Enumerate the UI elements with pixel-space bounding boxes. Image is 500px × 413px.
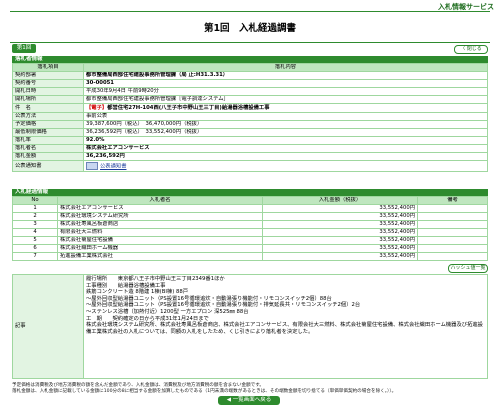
bid-note xyxy=(417,252,488,261)
winner-name-value: 株式会社エアコンサービス xyxy=(83,144,488,153)
remark-line: 履行場所 東京都八王子市中野山王三丁目2349番1ほか xyxy=(86,276,225,282)
bid-row: 3 株式会社寿風呂板倉商店 33,552,400円 xyxy=(12,220,488,229)
remarks-label: 記事 xyxy=(12,274,84,379)
bid-row: 5 株式会社菊屋住宅設備 33,552,400円 xyxy=(12,236,488,245)
tab-round-1[interactable]: 第1回 xyxy=(12,44,36,53)
planned-price-value: 39,387,600円（税込） 36,470,000円（税抜） xyxy=(83,120,488,129)
disclosure-method-label: 公表方法 xyxy=(12,112,84,121)
bid-amount: 33,552,400円 xyxy=(262,244,418,253)
electronic-tag: 【電子】 xyxy=(86,104,108,111)
bids-table: No 入札者名 入札金額（税抜） 備考 1 株式会社エアコンサービス 33,552,… xyxy=(12,196,488,261)
remark-line: ～ステンレス浴槽（加熱付近）1200型 一方エプロン 深525㎜ 88台 xyxy=(86,308,249,315)
bid-row: 7 拓進設備工業株式会社 33,552,400円 xyxy=(12,252,488,261)
remark-line: ～屋外回収型給湯器ユニット（PS設置16号循環追炊・自動湯張り機能付・排気延長共… xyxy=(86,302,361,309)
bid-note xyxy=(417,244,488,253)
bid-no: 1 xyxy=(12,204,58,213)
contract-number-label: 契約番号 xyxy=(12,79,84,88)
hash-list-button[interactable]: ハッシュ値一覧 xyxy=(448,264,488,273)
opening-datetime-value: 平成30年9月4日 午前9時20分 xyxy=(83,87,488,96)
remarks-table: 記事 履行場所 東京都八王子市中野山王三丁目2349番1ほか 工事種別 給湯器浴… xyxy=(12,274,488,379)
award-amount-label: 落札金額 xyxy=(12,152,84,161)
award-amount-value: 36,236,592円 xyxy=(83,152,488,161)
opening-datetime-label: 開札日時 xyxy=(12,87,84,96)
bid-amount: 33,552,400円 xyxy=(262,212,418,221)
bid-row: 6 株式会社織田ホーム機器 33,552,400円 xyxy=(12,244,488,253)
bid-name: 拓進設備工業株式会社 xyxy=(57,252,263,261)
bid-no: 2 xyxy=(12,212,58,221)
subject-value: 都営住宅27H-104西(八王子市中野山王三丁目)給湯器浴槽設備工事 xyxy=(107,104,270,111)
bid-name: 株式会社エアコンサービス xyxy=(57,204,263,213)
remark-line: 株式会社環境システム研究所、株式会社寿風呂板倉商店、株式会社エアコンサービス、有… xyxy=(86,322,483,335)
col-bidder-header: 入札者名 xyxy=(57,196,263,205)
footer-note: 落札金額は、入札金額に記載している金額に100分の8に相当する金額を加算したもの… xyxy=(12,389,397,394)
bid-amount: 33,552,400円 xyxy=(262,252,418,261)
footer-notes: 予定価格は消費税及び地方消費税の額を含んだ金額であり、入札金額は、消費税及び地方… xyxy=(12,383,490,395)
bids-section-header: 入札経過情報 xyxy=(12,189,488,196)
department-label: 契約部署 xyxy=(12,71,84,80)
notice-cell: 公表通知書 xyxy=(83,160,488,172)
award-rate-label: 落札率 xyxy=(12,136,84,145)
close-button[interactable]: 〈 閉じる xyxy=(454,45,488,54)
minimum-price-value: 36,236,592円（税込） 33,552,400円（税抜） xyxy=(83,128,488,137)
remark-line: 鉄筋コンクリート造 8階建 1棟(BI棟) 88戸 xyxy=(86,289,189,296)
notice-label: 公表通知書 xyxy=(12,160,84,172)
winner-table: 落札項目 落札内容 契約部署 都市整備局西部住宅建設事務所管理課（局 止:H31.… xyxy=(12,63,488,172)
col-content-header: 落札内容 xyxy=(83,63,488,72)
bid-name: 株式会社寿風呂板倉商店 xyxy=(57,220,263,229)
bid-no: 6 xyxy=(12,244,58,253)
bid-note xyxy=(417,212,488,221)
bid-rows: 1 株式会社エアコンサービス 33,552,400円 2 株式会社環境システム研究所 33… xyxy=(12,204,488,261)
department-value: 都市整備局西部住宅建設事務所管理課（局 止:H31.3.31） xyxy=(83,71,488,80)
bid-no: 4 xyxy=(12,228,58,237)
subject-label: 件 名 xyxy=(12,103,84,113)
bid-amount: 33,552,400円 xyxy=(262,204,418,213)
bid-note xyxy=(417,220,488,229)
bid-row: 1 株式会社エアコンサービス 33,552,400円 xyxy=(12,204,488,213)
bid-note xyxy=(417,236,488,245)
bid-name: 有限会社大三燃料 xyxy=(57,228,263,237)
col-note-header: 備考 xyxy=(417,196,488,205)
bid-row: 4 有限会社大三燃料 33,552,400円 xyxy=(12,228,488,237)
minimum-price-label: 最低制限価格 xyxy=(12,128,84,137)
opening-place-value: 都市整備局西部住宅建設事務所管理課［電子調達システム］ xyxy=(83,95,488,104)
disclosure-method-value: 事前公表 xyxy=(83,112,488,121)
notice-link[interactable]: 公表通知書 xyxy=(100,164,127,170)
title-divider xyxy=(10,42,490,43)
opening-place-label: 開札場所 xyxy=(12,95,84,104)
award-rate-value: 92.0% xyxy=(83,136,488,145)
winner-name-label: 落札者名 xyxy=(12,144,84,153)
bid-amount: 33,552,400円 xyxy=(262,220,418,229)
col-item-header: 落札項目 xyxy=(12,63,84,72)
document-icon xyxy=(86,162,98,170)
top-bar: 入札情報サービス xyxy=(0,0,500,11)
bid-no: 7 xyxy=(12,252,58,261)
bid-name: 株式会社織田ホーム機器 xyxy=(57,244,263,253)
back-to-list-button[interactable]: ◀ 一覧画面へ戻る xyxy=(218,396,280,405)
remarks-content: 履行場所 東京都八王子市中野山王三丁目2349番1ほか 工事種別 給湯器浴槽設備… xyxy=(83,274,488,379)
subject-cell: 【電子】都営住宅27H-104西(八王子市中野山王三丁目)給湯器浴槽設備工事 xyxy=(83,103,488,113)
bid-note xyxy=(417,228,488,237)
bid-amount: 33,552,400円 xyxy=(262,236,418,245)
bid-no: 5 xyxy=(12,236,58,245)
bid-name: 株式会社菊屋住宅設備 xyxy=(57,236,263,245)
winner-section-header: 落札者情報 xyxy=(12,56,488,63)
bid-row: 2 株式会社環境システム研究所 33,552,400円 xyxy=(12,212,488,221)
planned-price-label: 予定価格 xyxy=(12,120,84,129)
bid-note xyxy=(417,204,488,213)
bid-name: 株式会社環境システム研究所 xyxy=(57,212,263,221)
col-amount-header: 入札金額（税抜） xyxy=(262,196,418,205)
bid-no: 3 xyxy=(12,220,58,229)
page-title: 第1回 入札経過調書 xyxy=(203,23,297,34)
bid-amount: 33,552,400円 xyxy=(262,228,418,237)
contract-number-value: 30-00051 xyxy=(83,79,488,88)
col-no-header: No xyxy=(12,196,58,205)
header-divider xyxy=(10,11,490,12)
